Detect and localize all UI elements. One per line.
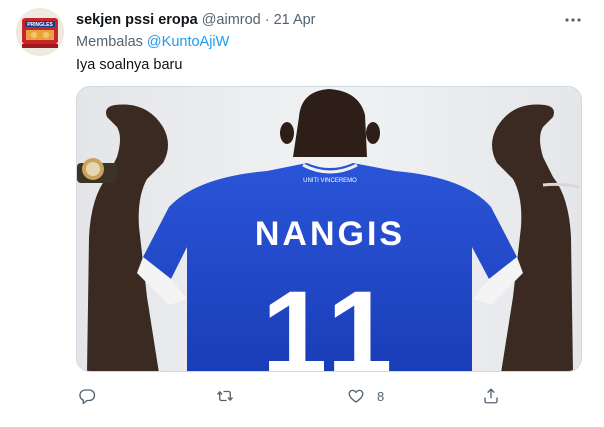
tweet-header: sekjen pssi eropa @aimrod · 21 Apr bbox=[76, 10, 584, 30]
replying-to-prefix: Membalas bbox=[76, 34, 143, 50]
avatar-logo-text: PRINGLES bbox=[27, 22, 53, 28]
replying-to: Membalas @KuntoAjiW bbox=[76, 34, 229, 50]
tweet-text: Iya soalnya baru bbox=[76, 57, 183, 73]
avatar-image: PRINGLES bbox=[16, 8, 64, 56]
retweet-button[interactable] bbox=[216, 384, 246, 408]
reply-button[interactable] bbox=[78, 384, 108, 408]
like-button[interactable]: 8 bbox=[347, 384, 384, 408]
jersey-number: 11 bbox=[262, 267, 399, 372]
reply-icon bbox=[78, 387, 96, 405]
avatar[interactable]: PRINGLES bbox=[16, 8, 64, 56]
share-icon bbox=[482, 387, 500, 405]
share-button[interactable] bbox=[482, 384, 500, 408]
replying-to-link[interactable]: @KuntoAjiW bbox=[147, 34, 229, 50]
more-icon[interactable] bbox=[562, 12, 584, 28]
jersey-name: NANGIS bbox=[255, 215, 405, 253]
tweet-media[interactable]: UNITI VINCEREMO NANGIS 11 bbox=[76, 86, 582, 372]
tweet-date[interactable]: 21 Apr bbox=[274, 12, 316, 28]
collar-text: UNITI VINCEREMO bbox=[303, 178, 357, 184]
retweet-icon bbox=[216, 387, 234, 405]
tweet[interactable]: PRINGLES sekjen pssi eropa @aimrod · 21 … bbox=[0, 0, 604, 427]
media-photo: UNITI VINCEREMO NANGIS 11 bbox=[77, 87, 581, 372]
author-name[interactable]: sekjen pssi eropa bbox=[76, 12, 198, 28]
separator-dot: · bbox=[264, 12, 270, 28]
like-count: 8 bbox=[377, 388, 385, 404]
tweet-actions: 8 bbox=[76, 384, 516, 408]
author-handle[interactable]: @aimrod bbox=[202, 12, 261, 28]
like-icon bbox=[347, 387, 365, 405]
